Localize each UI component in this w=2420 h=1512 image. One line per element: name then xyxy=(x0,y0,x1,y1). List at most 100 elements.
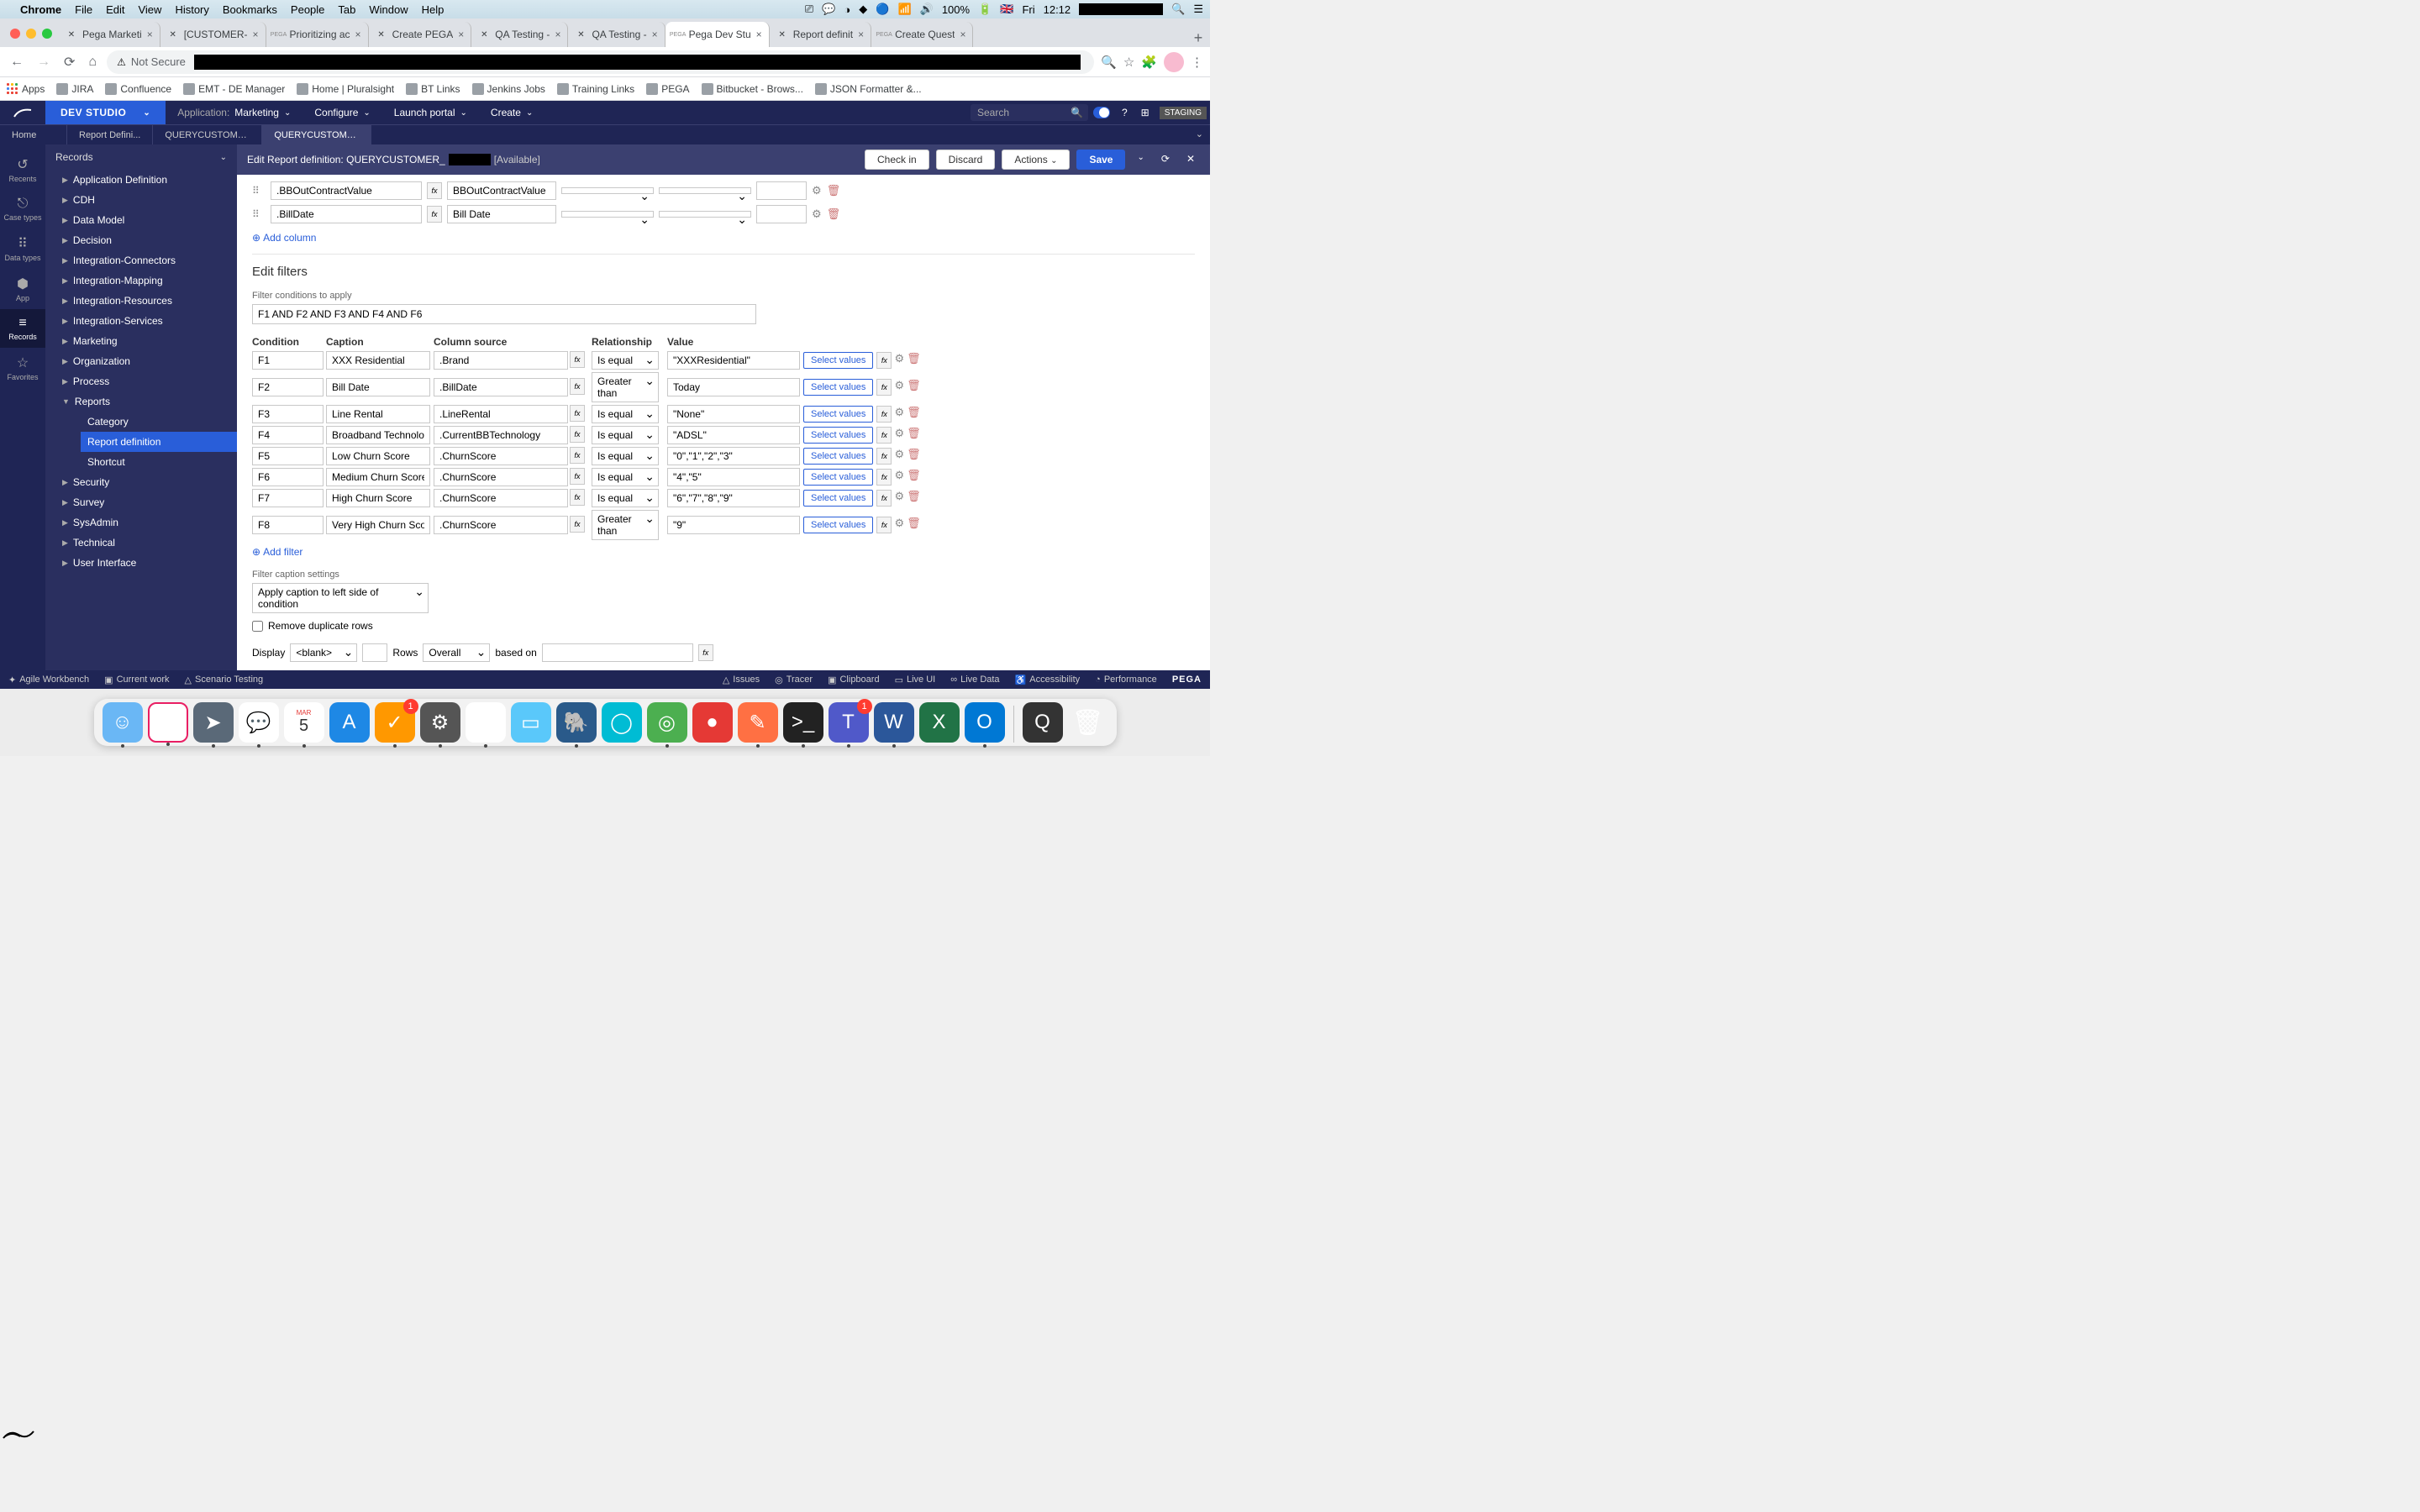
browser-tab[interactable]: ✕QA Testing -× xyxy=(471,22,568,47)
app-name[interactable]: Chrome xyxy=(20,3,61,16)
bottom-tool[interactable]: △Issues xyxy=(723,675,760,685)
dock-app-icon[interactable]: ◯ xyxy=(602,702,642,743)
close-icon[interactable]: ✕ xyxy=(1181,150,1200,170)
menu-file[interactable]: File xyxy=(75,3,92,16)
fx-button[interactable]: fx xyxy=(570,468,585,485)
sidebar-header[interactable]: Records ⌄ xyxy=(45,144,237,170)
menu-history[interactable]: History xyxy=(175,3,208,16)
fx-button[interactable]: fx xyxy=(876,406,892,423)
tree-item[interactable]: Application Definition xyxy=(45,170,237,190)
menu-window[interactable]: Window xyxy=(369,3,408,16)
tree-item[interactable]: Decision xyxy=(45,230,237,250)
dock-app-icon[interactable]: ✚ xyxy=(148,702,188,743)
filter-value-input[interactable] xyxy=(667,426,800,444)
filter-caption-input[interactable] xyxy=(326,516,430,534)
filter-source-input[interactable] xyxy=(434,426,568,444)
delete-icon[interactable]: 🗑 xyxy=(907,448,921,465)
fx-button[interactable]: fx xyxy=(876,352,892,369)
drag-handle-icon[interactable]: ⠿ xyxy=(252,208,266,220)
delete-icon[interactable]: 🗑 xyxy=(907,379,921,396)
filter-source-input[interactable] xyxy=(434,378,568,396)
content-tab[interactable]: QUERYCUSTOMER... xyxy=(153,125,262,144)
fx-button[interactable]: fx xyxy=(876,469,892,486)
volume-icon[interactable]: 🔊 xyxy=(920,3,934,16)
fx-button[interactable]: fx xyxy=(876,379,892,396)
bookmark-item[interactable]: Training Links xyxy=(557,83,634,95)
add-column-link[interactable]: Add column xyxy=(252,232,316,244)
tree-item[interactable]: Organization xyxy=(45,351,237,371)
column-source-input[interactable] xyxy=(271,181,422,200)
add-filter-link[interactable]: Add filter xyxy=(252,546,302,558)
rail-item-favorites[interactable]: ☆Favorites xyxy=(0,348,45,388)
column-width-input[interactable] xyxy=(756,205,807,223)
fx-button[interactable]: fx xyxy=(876,448,892,465)
browser-tab[interactable]: ✕Create PEGA× xyxy=(369,22,472,47)
profile-avatar[interactable] xyxy=(1164,52,1184,72)
zoom-icon[interactable]: 🔍 xyxy=(1101,55,1117,70)
dock-app-icon[interactable]: W xyxy=(874,702,914,743)
rail-item-data-types[interactable]: ⠿Data types xyxy=(0,228,45,269)
address-bar[interactable]: ⚠ Not Secure xyxy=(107,50,1094,74)
delete-icon[interactable]: 🗑 xyxy=(907,517,921,533)
rail-item-app[interactable]: ⬢App xyxy=(0,269,45,309)
dock-app-icon[interactable]: A xyxy=(329,702,370,743)
tree-sub-item[interactable]: Report definition xyxy=(81,432,237,452)
dock-app-icon[interactable]: ➤ xyxy=(193,702,234,743)
tree-item[interactable]: Process xyxy=(45,371,237,391)
column-sort-select[interactable] xyxy=(561,187,654,194)
select-values-button[interactable]: Select values xyxy=(803,490,873,507)
bookmark-item[interactable]: Apps xyxy=(7,83,45,95)
filter-source-input[interactable] xyxy=(434,351,568,370)
select-values-button[interactable]: Select values xyxy=(803,379,873,396)
gear-icon[interactable]: ⚙ xyxy=(894,427,904,444)
select-values-button[interactable]: Select values xyxy=(803,469,873,486)
save-button[interactable]: Save xyxy=(1076,150,1125,170)
column-sort-select[interactable] xyxy=(561,211,654,218)
menu-people[interactable]: People xyxy=(291,3,324,16)
bookmark-item[interactable]: Home | Pluralsight xyxy=(297,83,394,95)
filter-condition-input[interactable] xyxy=(252,405,324,423)
chrome-menu-icon[interactable]: ⋮ xyxy=(1191,55,1203,70)
tab-close-icon[interactable]: × xyxy=(555,29,560,40)
flag-icon[interactable]: 🇬🇧 xyxy=(1000,3,1013,16)
filter-relationship-select[interactable]: Is equal xyxy=(592,426,659,444)
filter-relationship-select[interactable]: Is equal xyxy=(592,447,659,465)
bottom-tool[interactable]: ▭Live UI xyxy=(895,675,936,685)
dock-app-icon[interactable]: ▭ xyxy=(511,702,551,743)
help-icon[interactable]: ? xyxy=(1115,107,1134,118)
filter-caption-input[interactable] xyxy=(326,447,430,465)
delete-icon[interactable]: 🗑 xyxy=(907,490,921,507)
fx-button[interactable]: fx xyxy=(570,351,585,368)
select-values-button[interactable]: Select values xyxy=(803,427,873,444)
select-values-button[interactable]: Select values xyxy=(803,352,873,369)
filter-condition-input[interactable] xyxy=(252,516,324,534)
tree-item[interactable]: Reports xyxy=(45,391,237,412)
based-on-input[interactable] xyxy=(542,643,693,662)
bookmark-item[interactable]: PEGA xyxy=(646,83,689,95)
launch-portal-menu[interactable]: Launch portal⌄ xyxy=(382,101,479,124)
application-menu[interactable]: Application: Marketing ⌄ xyxy=(166,101,302,124)
browser-tab[interactable]: PEGACreate Quest× xyxy=(871,22,973,47)
tree-sub-item[interactable]: Shortcut xyxy=(81,452,237,472)
gear-icon[interactable]: ⚙ xyxy=(812,184,822,197)
bookmark-star-icon[interactable]: ☆ xyxy=(1123,55,1134,70)
filter-caption-input[interactable] xyxy=(326,468,430,486)
bookmark-item[interactable]: JSON Formatter &... xyxy=(815,83,922,95)
tree-item[interactable]: Integration-Mapping xyxy=(45,270,237,291)
discard-button[interactable]: Discard xyxy=(936,150,996,170)
fx-button[interactable]: fx xyxy=(427,182,442,199)
filter-condition-input[interactable] xyxy=(252,351,324,370)
select-values-button[interactable]: Select values xyxy=(803,448,873,465)
select-values-button[interactable]: Select values xyxy=(803,517,873,533)
filter-value-input[interactable] xyxy=(667,468,800,486)
filter-value-input[interactable] xyxy=(667,351,800,370)
fx-button[interactable]: fx xyxy=(570,378,585,395)
tree-item[interactable]: Integration-Connectors xyxy=(45,250,237,270)
forward-button[interactable]: → xyxy=(34,51,54,73)
dock-app-icon[interactable]: >_ xyxy=(783,702,823,743)
checkin-button[interactable]: Check in xyxy=(865,150,929,170)
content-tab[interactable]: Home xyxy=(0,125,67,144)
dock-app-icon[interactable]: X xyxy=(919,702,960,743)
filter-condition-input[interactable] xyxy=(252,489,324,507)
bookmark-item[interactable]: Bitbucket - Brows... xyxy=(702,83,803,95)
